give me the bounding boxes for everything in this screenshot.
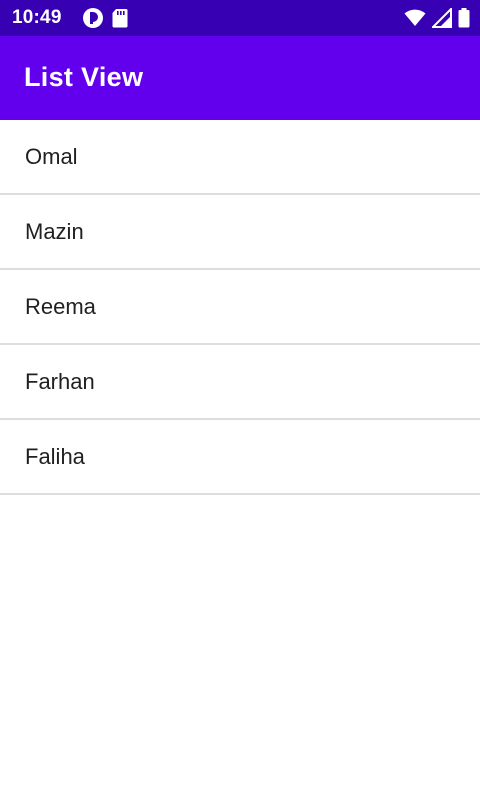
list-item[interactable]: Mazin bbox=[0, 195, 480, 270]
list-item[interactable]: Omal bbox=[0, 120, 480, 195]
list-item-label: Faliha bbox=[25, 443, 85, 469]
status-bar: 10:49 bbox=[0, 0, 480, 36]
list-view: Omal Mazin Reema Farhan Faliha bbox=[0, 120, 480, 495]
app-bar: List View bbox=[0, 36, 480, 120]
sd-card-icon bbox=[112, 8, 128, 28]
list-item[interactable]: Reema bbox=[0, 270, 480, 345]
list-item[interactable]: Farhan bbox=[0, 345, 480, 420]
list-item-label: Farhan bbox=[25, 368, 95, 394]
list-item-label: Reema bbox=[25, 293, 96, 319]
status-left-icons bbox=[82, 8, 128, 28]
list-item-label: Omal bbox=[25, 143, 78, 169]
notification-circle-icon bbox=[82, 7, 104, 29]
status-right-icons bbox=[404, 8, 470, 28]
app-title: List View bbox=[24, 62, 144, 92]
battery-icon bbox=[458, 8, 470, 28]
cell-signal-icon bbox=[432, 8, 452, 28]
list-item-label: Mazin bbox=[25, 218, 84, 244]
list-item[interactable]: Faliha bbox=[0, 420, 480, 495]
status-time: 10:49 bbox=[12, 7, 62, 28]
wifi-icon bbox=[404, 9, 426, 27]
